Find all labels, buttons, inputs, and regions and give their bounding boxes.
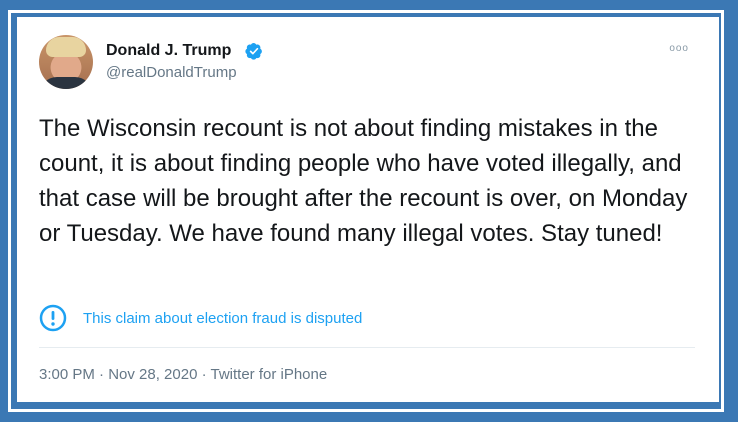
tweet-text: The Wisconsin recount is not about findi…	[39, 115, 688, 247]
divider	[39, 347, 695, 348]
exclamation-circle-icon	[39, 304, 67, 332]
tweet-card: Donald J. Trump @realDonaldTrump ooo The…	[17, 17, 719, 402]
tweet-timestamp[interactable]: 3:00 PM · Nov 28, 2020 · Twitter for iPh…	[39, 366, 327, 383]
avatar[interactable]	[39, 35, 93, 89]
author-name[interactable]: Donald J. Trump	[106, 42, 231, 60]
more-options-icon[interactable]: ooo	[669, 43, 689, 54]
disputed-claim-notice[interactable]: This claim about election fraud is dispu…	[83, 310, 362, 327]
author-handle[interactable]: @realDonaldTrump	[106, 64, 237, 81]
verified-badge-icon	[245, 43, 262, 60]
